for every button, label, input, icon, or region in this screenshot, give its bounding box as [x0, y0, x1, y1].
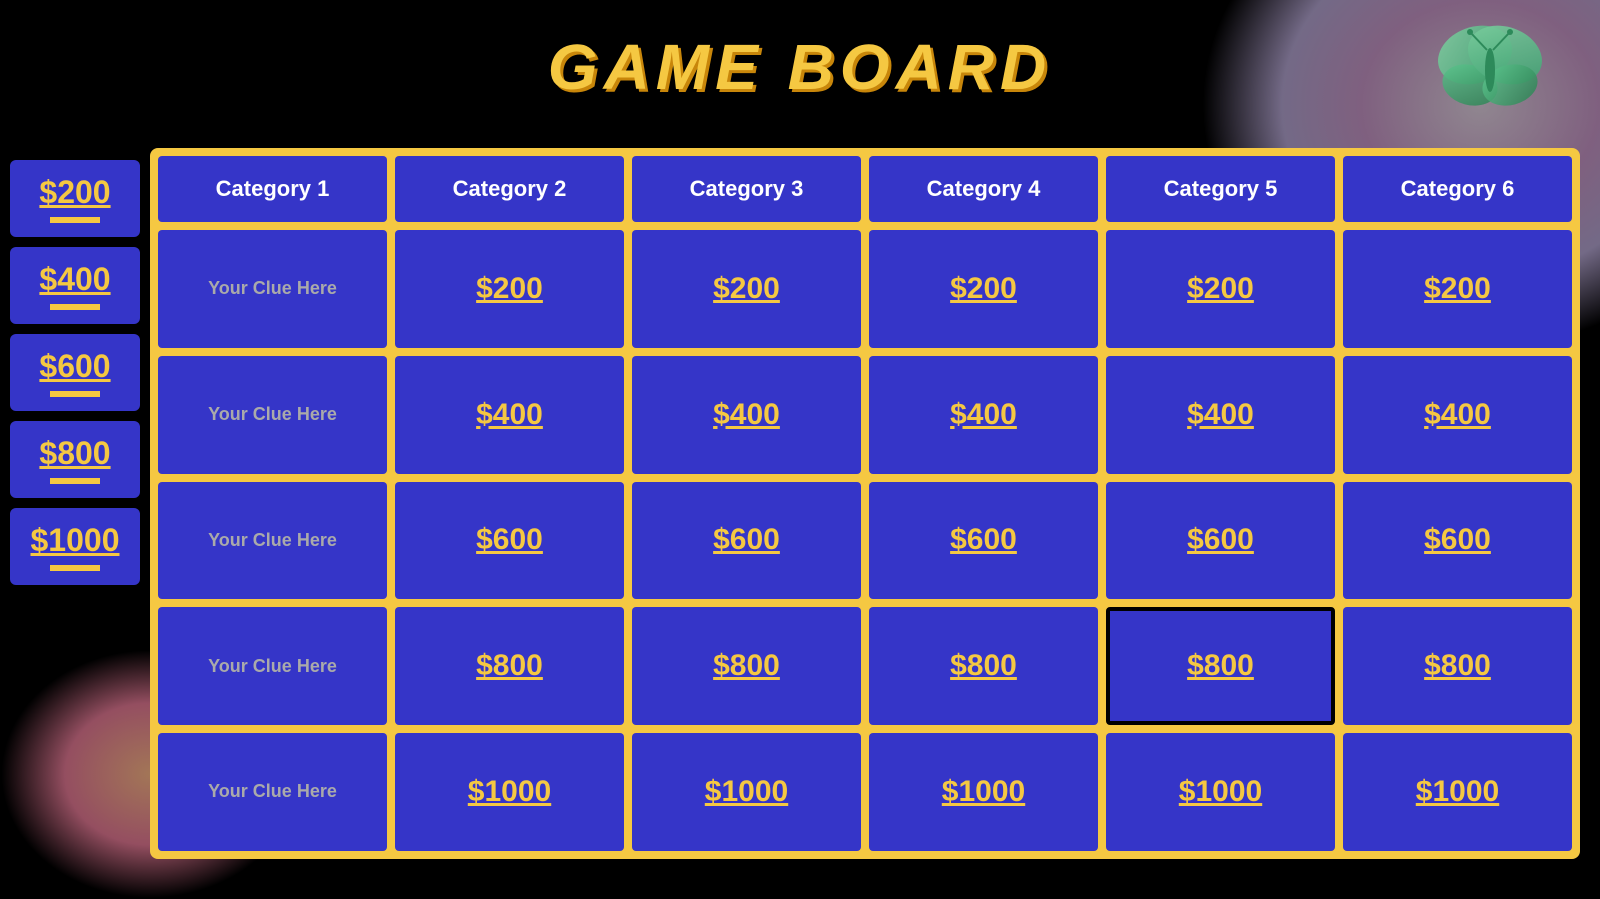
clue-r3-c6[interactable]: $600: [1343, 482, 1572, 600]
clue-r1-c5[interactable]: $200: [1106, 230, 1335, 348]
clue-r3-c2[interactable]: $600: [395, 482, 624, 600]
clue-r5-c4[interactable]: $1000: [869, 733, 1098, 851]
clue-r5-c6[interactable]: $1000: [1343, 733, 1572, 851]
score-sidebar: $200 $400 $600 $800 $1000: [0, 160, 140, 585]
clue-r2-c2[interactable]: $400: [395, 356, 624, 474]
clue-r4-c5[interactable]: $800: [1106, 607, 1335, 725]
category-header-4: Category 4: [869, 156, 1098, 222]
clue-r4-c6[interactable]: $800: [1343, 607, 1572, 725]
category-header-3: Category 3: [632, 156, 861, 222]
category-header-5: Category 5: [1106, 156, 1335, 222]
clue-r2-c4[interactable]: $400: [869, 356, 1098, 474]
clue-r2-c5[interactable]: $400: [1106, 356, 1335, 474]
clue-r2-c3[interactable]: $400: [632, 356, 861, 474]
clue-r4-c1[interactable]: Your Clue Here: [158, 607, 387, 725]
clue-r4-c4[interactable]: $800: [869, 607, 1098, 725]
clue-r1-c6[interactable]: $200: [1343, 230, 1572, 348]
clue-r3-c4[interactable]: $600: [869, 482, 1098, 600]
score-600[interactable]: $600: [10, 334, 140, 411]
clue-r3-c5[interactable]: $600: [1106, 482, 1335, 600]
score-200[interactable]: $200: [10, 160, 140, 237]
clue-r4-c3[interactable]: $800: [632, 607, 861, 725]
clue-r1-c1[interactable]: Your Clue Here: [158, 230, 387, 348]
clue-r4-c2[interactable]: $800: [395, 607, 624, 725]
clue-r5-c1[interactable]: Your Clue Here: [158, 733, 387, 851]
score-800[interactable]: $800: [10, 421, 140, 498]
clue-r3-c3[interactable]: $600: [632, 482, 861, 600]
score-400[interactable]: $400: [10, 247, 140, 324]
butterfly-decoration: [1430, 20, 1550, 120]
clue-r2-c6[interactable]: $400: [1343, 356, 1572, 474]
clue-r5-c2[interactable]: $1000: [395, 733, 624, 851]
category-header-6: Category 6: [1343, 156, 1572, 222]
score-1000[interactable]: $1000: [10, 508, 140, 585]
clue-r5-c3[interactable]: $1000: [632, 733, 861, 851]
page-title: GAME BOARD: [548, 30, 1052, 104]
clue-r5-c5[interactable]: $1000: [1106, 733, 1335, 851]
clue-r1-c4[interactable]: $200: [869, 230, 1098, 348]
category-header-2: Category 2: [395, 156, 624, 222]
clue-r1-c2[interactable]: $200: [395, 230, 624, 348]
board-grid: Category 1 Category 2 Category 3 Categor…: [158, 156, 1572, 851]
clue-r3-c1[interactable]: Your Clue Here: [158, 482, 387, 600]
clue-r2-c1[interactable]: Your Clue Here: [158, 356, 387, 474]
game-board: Category 1 Category 2 Category 3 Categor…: [150, 148, 1580, 859]
clue-r1-c3[interactable]: $200: [632, 230, 861, 348]
category-header-1: Category 1: [158, 156, 387, 222]
